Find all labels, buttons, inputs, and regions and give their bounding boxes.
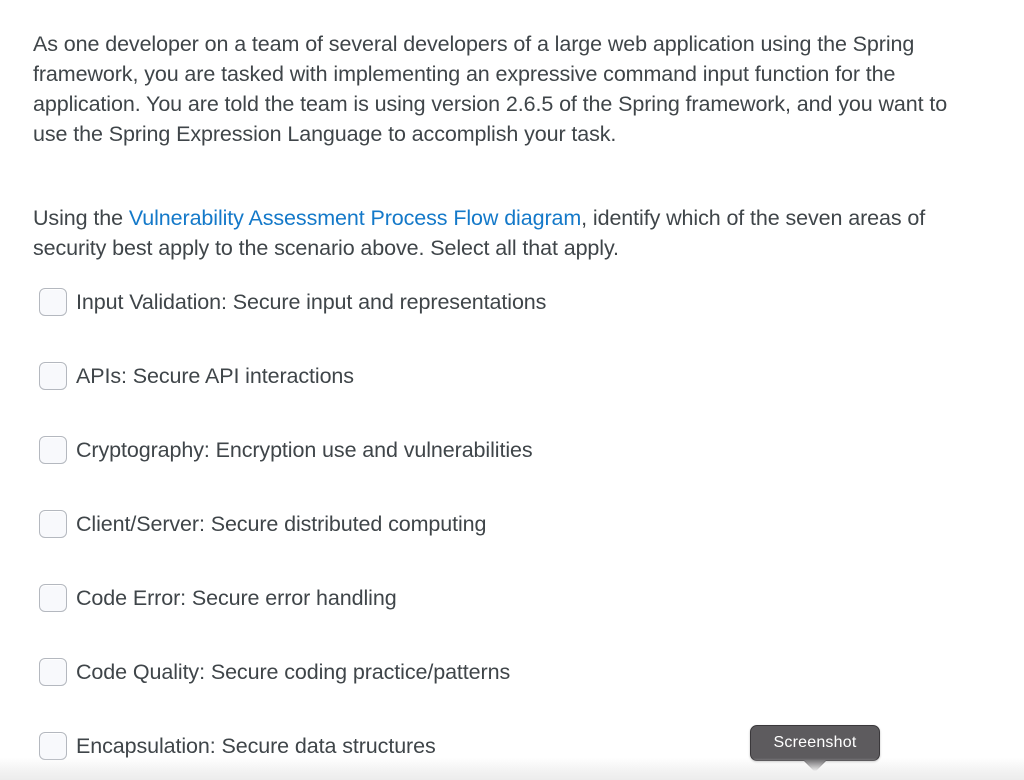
option-row-cryptography[interactable]: Cryptography: Encryption use and vulnera…	[0, 424, 1024, 498]
option-row-input-validation[interactable]: Input Validation: Secure input and repre…	[0, 276, 1024, 350]
screenshot-tooltip: Screenshot	[750, 725, 880, 771]
option-label-encapsulation[interactable]: Encapsulation: Secure data structures	[76, 731, 436, 761]
checkbox-client-server[interactable]	[39, 510, 67, 538]
vulnerability-assessment-process-flow-diagram-link[interactable]: Vulnerability Assessment Process Flow di…	[129, 206, 581, 230]
question-page: As one developer on a team of several de…	[0, 0, 1024, 780]
checkbox-input-validation[interactable]	[39, 288, 67, 316]
option-row-code-error[interactable]: Code Error: Secure error handling	[0, 572, 1024, 646]
answer-options-list: Input Validation: Secure input and repre…	[0, 276, 1024, 780]
instruction-paragraph: Using the Vulnerability Assessment Proce…	[33, 203, 958, 263]
checkbox-cryptography[interactable]	[39, 436, 67, 464]
checkbox-apis[interactable]	[39, 362, 67, 390]
option-label-cryptography[interactable]: Cryptography: Encryption use and vulnera…	[76, 435, 533, 465]
option-row-apis[interactable]: APIs: Secure API interactions	[0, 350, 1024, 424]
scenario-paragraph: As one developer on a team of several de…	[33, 31, 948, 146]
option-label-input-validation[interactable]: Input Validation: Secure input and repre…	[76, 287, 546, 317]
checkbox-encapsulation[interactable]	[39, 732, 67, 760]
option-row-code-quality[interactable]: Code Quality: Secure coding practice/pat…	[0, 646, 1024, 720]
option-label-code-quality[interactable]: Code Quality: Secure coding practice/pat…	[76, 657, 510, 687]
instruction-prefix: Using the	[33, 205, 129, 230]
option-label-code-error[interactable]: Code Error: Secure error handling	[76, 583, 397, 613]
screenshot-tooltip-label: Screenshot	[773, 734, 857, 751]
tooltip-tail-icon	[804, 760, 826, 771]
option-label-apis[interactable]: APIs: Secure API interactions	[76, 361, 354, 391]
option-row-client-server[interactable]: Client/Server: Secure distributed comput…	[0, 498, 1024, 572]
option-label-client-server[interactable]: Client/Server: Secure distributed comput…	[76, 509, 486, 539]
checkbox-code-quality[interactable]	[39, 658, 67, 686]
checkbox-code-error[interactable]	[39, 584, 67, 612]
